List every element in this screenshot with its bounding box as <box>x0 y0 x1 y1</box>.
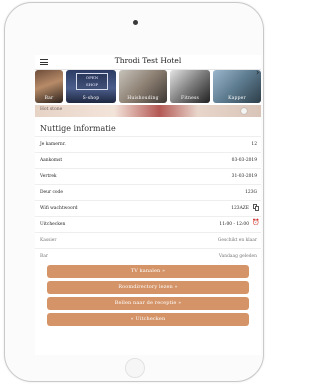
tile-kapper[interactable]: Kapper <box>213 70 261 103</box>
tile-shop[interactable]: OPEN SHOP S-shop <box>66 70 116 103</box>
info-value: Geschikt en klaar <box>217 238 257 243</box>
info-value: 123AZE <box>231 206 249 211</box>
tile-label: Bar <box>44 96 54 101</box>
info-value: Vandaag geleden <box>218 254 257 259</box>
info-label: Aankomst <box>40 158 63 163</box>
info-row-checkout: Uitchecken 11:00 - 12:00 ⏰ <box>35 216 261 232</box>
copy-icon[interactable] <box>253 204 259 211</box>
banner-toggle[interactable] <box>241 108 247 114</box>
shop-sign-text-2: SHOP <box>85 82 99 87</box>
info-row-room: Je kamernr. 12 <box>35 136 261 152</box>
tile-label: S-shop <box>82 96 100 101</box>
info-value: 12 <box>251 142 257 147</box>
banner-label: Hot stone <box>40 107 63 112</box>
tile-housekeeping[interactable]: Huishouding <box>119 70 167 103</box>
app-header: Throdi Test Hotel <box>35 55 261 70</box>
tile-bar[interactable]: Bar <box>35 70 63 103</box>
alarm-clock-icon: ⏰ <box>252 219 260 226</box>
tablet-frame: Throdi Test Hotel Bar OPEN SHOP S-shop H… <box>4 2 264 382</box>
info-value: 03-03-2019 <box>231 158 257 163</box>
info-value: 11:00 - 12:00 <box>219 222 249 227</box>
shop-sign: OPEN SHOP <box>76 73 108 90</box>
info-row-departure: Vertrek 31-03-2019 <box>35 168 261 184</box>
tile-fitness[interactable]: Fitness <box>170 70 210 103</box>
section-title: Nuttige informatie <box>40 124 116 133</box>
app-screen: Throdi Test Hotel Bar OPEN SHOP S-shop H… <box>35 55 261 355</box>
page-title: Throdi Test Hotel <box>114 56 182 65</box>
info-label: Vertrek <box>40 174 57 179</box>
call-reception-button[interactable]: Bellen naar de receptie » <box>47 297 249 310</box>
info-label: Wifi wachtwoord <box>40 206 78 211</box>
checkout-button[interactable]: « Uitchecken <box>47 313 249 326</box>
info-value: 123G <box>245 190 257 195</box>
home-button[interactable] <box>125 358 145 378</box>
tile-label: Fitness <box>181 96 199 101</box>
info-label: Kassier <box>40 238 57 243</box>
info-value: 31-03-2019 <box>231 174 257 179</box>
tile-label: Huishouding <box>127 96 159 101</box>
carousel-next-icon[interactable]: › <box>256 69 261 77</box>
info-row-wifi: Wifi wachtwoord 123AZE <box>35 200 261 216</box>
info-row-cashier: Kassier Geschikt en klaar <box>35 232 261 248</box>
shop-sign-text-1: OPEN <box>85 75 99 80</box>
service-carousel: Bar OPEN SHOP S-shop Huishouding Fitness… <box>35 70 261 103</box>
room-directory-button[interactable]: Roomdirectory lezen » <box>47 281 249 294</box>
info-row-bar: Bar Vandaag geleden <box>35 248 261 264</box>
info-label: Deur code <box>40 190 63 195</box>
info-label: Uitchecken <box>40 222 66 227</box>
info-label: Bar <box>40 254 48 259</box>
tv-channels-button[interactable]: TV kanalen » <box>47 265 249 278</box>
promo-banner[interactable]: Hot stone <box>35 105 261 117</box>
tile-label: Kapper <box>228 96 246 101</box>
camera <box>133 20 138 25</box>
info-row-arrival: Aankomst 03-03-2019 <box>35 152 261 168</box>
info-row-door-code: Deur code 123G <box>35 184 261 200</box>
info-label: Je kamernr. <box>40 142 66 147</box>
